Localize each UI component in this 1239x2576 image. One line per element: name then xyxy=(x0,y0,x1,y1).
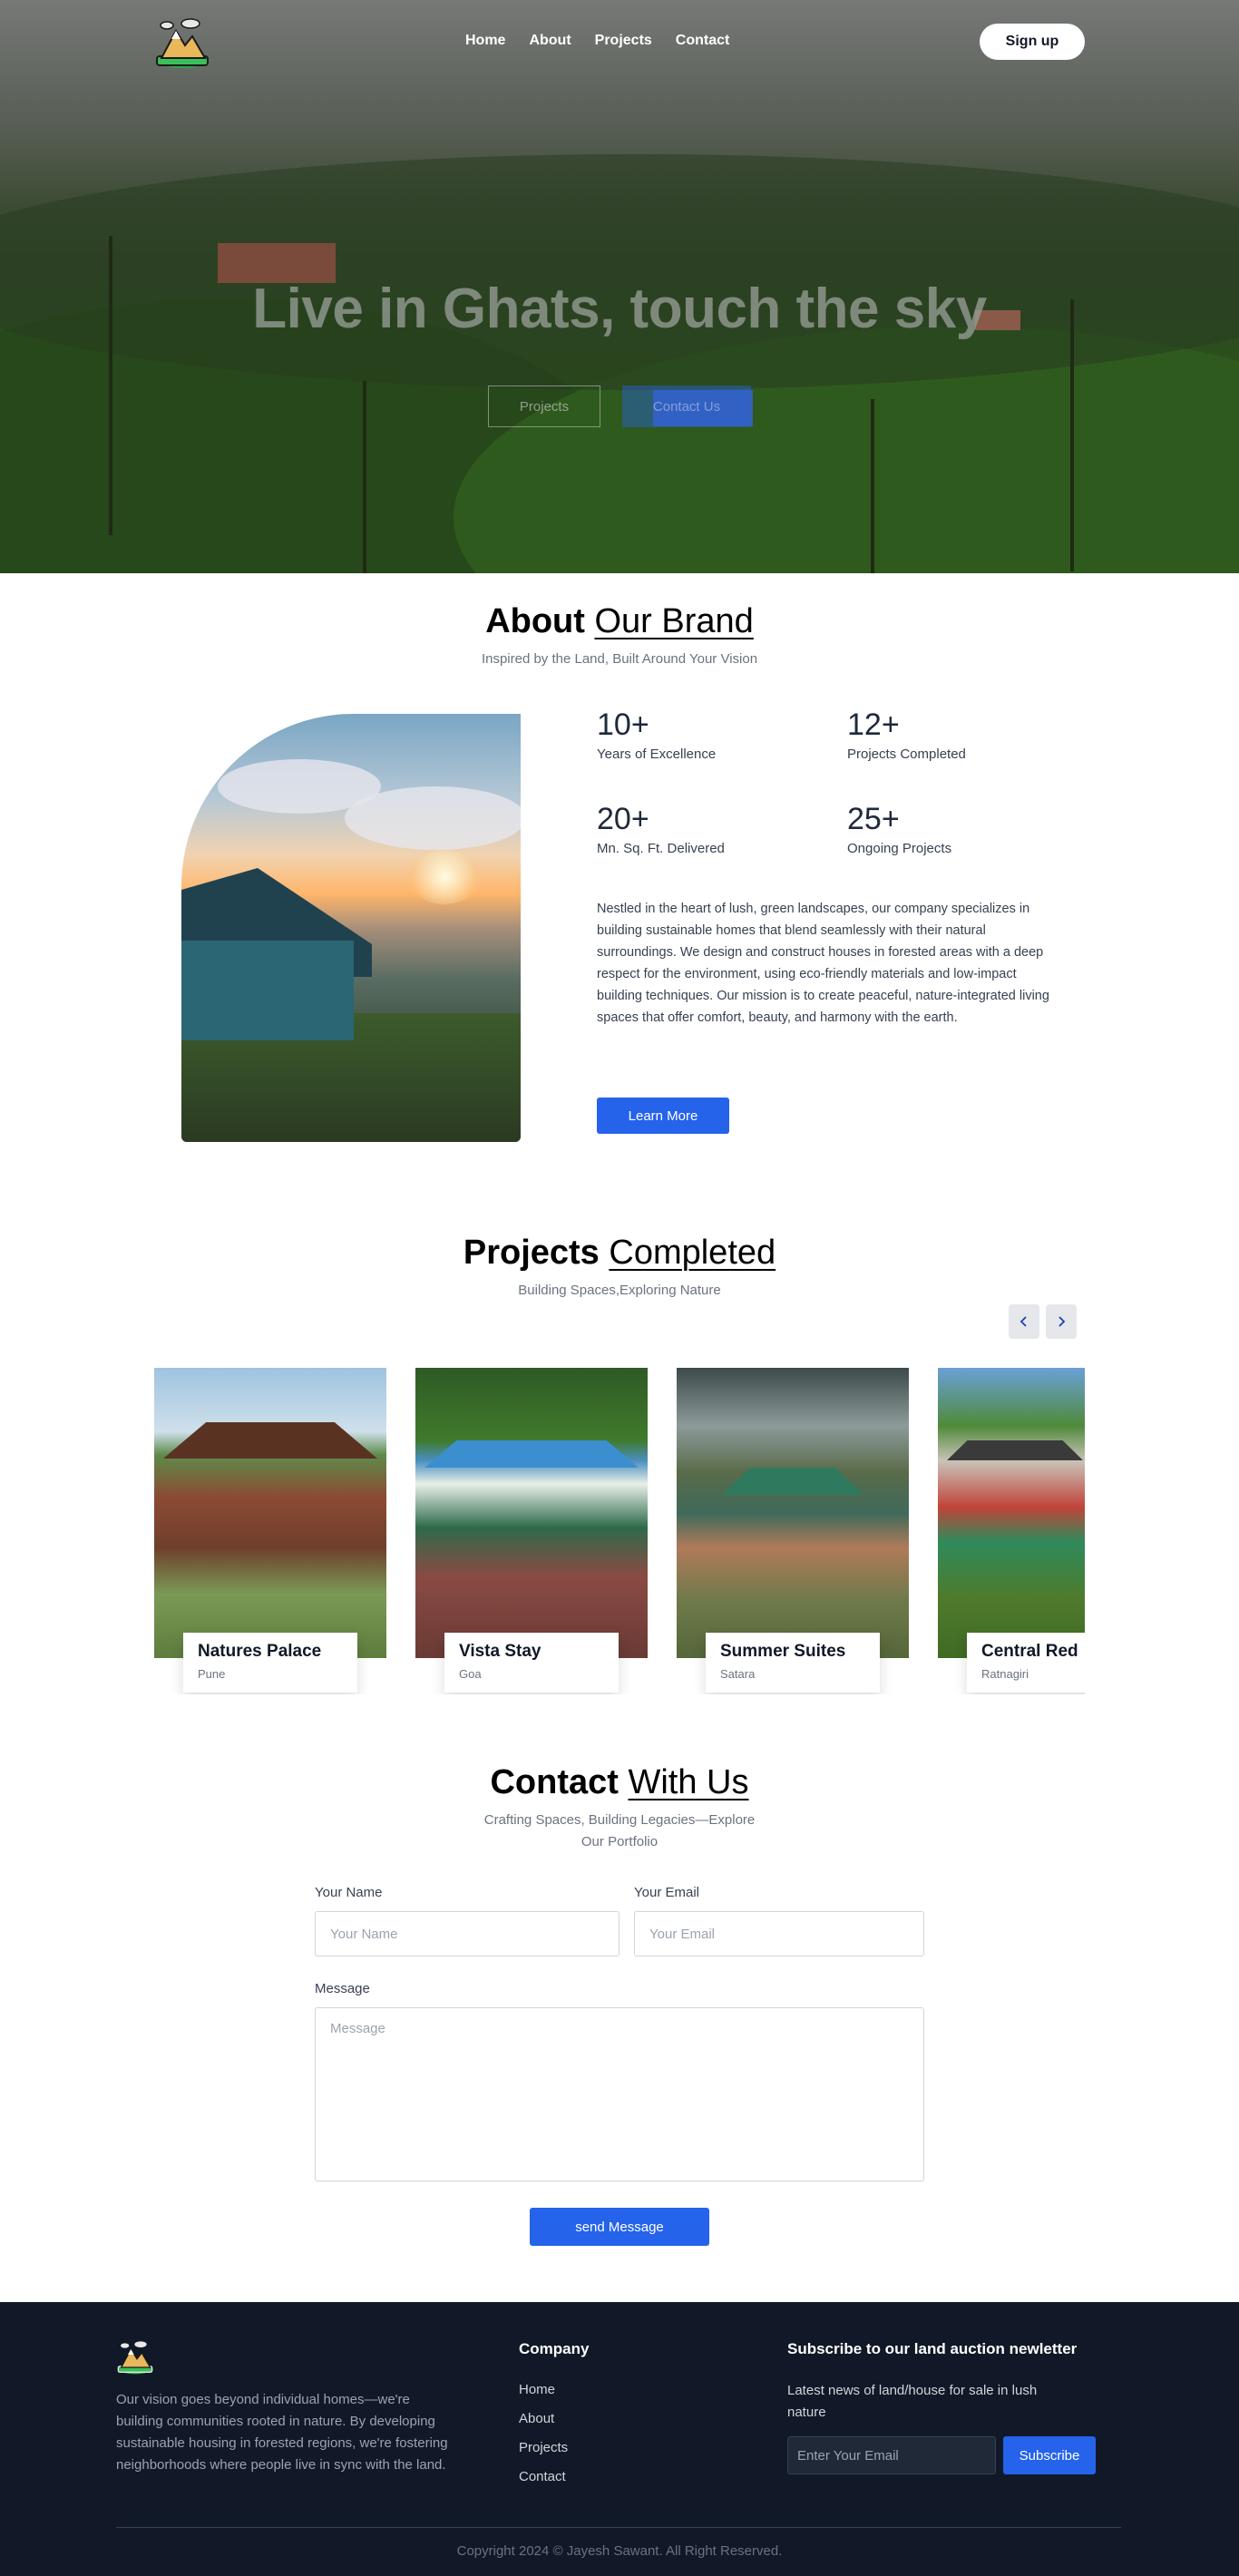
nav-link-projects[interactable]: Projects xyxy=(595,33,652,49)
project-card[interactable]: Natures Palace Pune xyxy=(154,1368,386,1694)
project-location: Ratnagiri xyxy=(981,1667,1029,1681)
hero-projects-button[interactable]: Projects xyxy=(488,385,600,427)
projects-heading-rest: Completed xyxy=(609,1234,776,1272)
hero-treeline xyxy=(0,154,1239,390)
project-location: Goa xyxy=(459,1667,482,1681)
footer-subscribe-text: Latest news of land/house for sale in lu… xyxy=(787,2383,1038,2420)
stat-number: 10+ xyxy=(597,707,649,742)
newsletter-email-input[interactable] xyxy=(787,2436,996,2474)
hero-contact-button[interactable]: Contact Us xyxy=(622,385,751,427)
stat-label: Mn. Sq. Ft. Delivered xyxy=(597,841,725,856)
project-roof xyxy=(722,1468,863,1495)
hero-section: Home About Projects Contact Sign up Live… xyxy=(0,0,1239,573)
project-image xyxy=(677,1368,909,1658)
footer-divider xyxy=(116,2527,1121,2528)
top-nav: Home About Projects Contact Sign up xyxy=(0,0,1239,83)
footer-vision-text: Our vision goes beyond individual homes—… xyxy=(116,2392,448,2473)
project-location: Pune xyxy=(198,1667,226,1681)
projects-carousel[interactable]: Natures Palace Pune Vista Stay Goa Summe… xyxy=(154,1368,1085,1694)
about-image-cloud xyxy=(345,786,521,850)
hero-tree xyxy=(871,399,874,573)
contact-heading-bold: Contact xyxy=(490,1763,619,1801)
footer-logo-icon[interactable] xyxy=(116,2338,154,2375)
nav-link-home[interactable]: Home xyxy=(465,33,505,49)
footer-company-title: Company xyxy=(519,2340,590,2357)
stat-number: 25+ xyxy=(847,802,900,836)
stat-years: 10+ Years of Excellence xyxy=(597,707,716,762)
stat-number: 12+ xyxy=(847,707,900,742)
project-roof xyxy=(424,1440,639,1468)
projects-heading-bold: Projects xyxy=(463,1234,600,1272)
subscribe-button[interactable]: Subscribe xyxy=(1003,2436,1096,2474)
project-location: Satara xyxy=(720,1667,756,1681)
project-name: Summer Suites xyxy=(720,1642,846,1661)
footer-link-home[interactable]: Home xyxy=(519,2382,555,2397)
hero-tree xyxy=(363,381,366,573)
about-image-sun xyxy=(408,850,481,904)
nav-link-about[interactable]: About xyxy=(529,33,571,49)
project-image xyxy=(415,1368,648,1658)
logo-icon[interactable] xyxy=(154,15,210,69)
projects-heading: Projects Completed xyxy=(0,1234,1239,1273)
about-image xyxy=(181,714,521,1142)
stat-sqft: 20+ Mn. Sq. Ft. Delivered xyxy=(597,802,725,856)
project-name: Central Red xyxy=(981,1642,1078,1661)
contact-heading: Contact With Us xyxy=(0,1763,1239,1802)
contact-heading-rest: With Us xyxy=(628,1763,749,1801)
carousel-next-button[interactable] xyxy=(1046,1304,1077,1339)
stat-label: Ongoing Projects xyxy=(847,841,952,856)
project-card[interactable]: Vista Stay Goa xyxy=(415,1368,648,1694)
nav-link-contact[interactable]: Contact xyxy=(676,33,730,49)
project-label: Summer Suites Satara xyxy=(706,1633,880,1693)
learn-more-button[interactable]: Learn More xyxy=(597,1098,729,1134)
hero-title: Live in Ghats, touch the sky xyxy=(252,278,987,340)
stat-label: Years of Excellence xyxy=(597,746,717,762)
footer-link-contact[interactable]: Contact xyxy=(519,2469,566,2484)
project-image xyxy=(154,1368,386,1658)
name-label: Your Name xyxy=(315,1885,383,1900)
projects-subtitle: Building Spaces,Exploring Nature xyxy=(518,1283,721,1298)
project-name: Vista Stay xyxy=(459,1642,541,1661)
email-label: Your Email xyxy=(634,1885,699,1900)
project-label: Natures Palace Pune xyxy=(183,1633,357,1693)
carousel-prev-button[interactable] xyxy=(1009,1304,1039,1339)
nav-links: Home About Projects Contact xyxy=(465,33,753,49)
email-input[interactable] xyxy=(634,1911,924,1956)
about-heading-rest: Our Brand xyxy=(594,602,754,640)
send-message-button[interactable]: send Message xyxy=(530,2208,709,2246)
about-heading-bold: About xyxy=(485,602,585,640)
footer-link-projects[interactable]: Projects xyxy=(519,2440,568,2455)
chevron-right-icon xyxy=(1059,1316,1066,1327)
project-name: Natures Palace xyxy=(198,1642,322,1661)
footer-subscribe-title: Subscribe to our land auction newletter xyxy=(787,2340,1078,2357)
footer-link-about[interactable]: About xyxy=(519,2411,554,2426)
message-input[interactable] xyxy=(315,2007,924,2181)
stat-label: Projects Completed xyxy=(847,746,966,762)
project-label: Vista Stay Goa xyxy=(444,1633,619,1693)
contact-subtitle-line2: Our Portfolio xyxy=(580,1834,659,1849)
footer-copyright: Copyright 2024 © Jayesh Sawant. All Righ… xyxy=(456,2543,783,2559)
project-roof xyxy=(163,1422,377,1459)
signup-button[interactable]: Sign up xyxy=(980,24,1085,60)
contact-subtitle-line1: Crafting Spaces, Building Legacies—Explo… xyxy=(483,1812,756,1828)
footer: Our vision goes beyond individual homes—… xyxy=(0,2302,1239,2576)
about-subtitle: Inspired by the Land, Built Around Your … xyxy=(481,651,758,667)
stat-projects: 12+ Projects Completed xyxy=(847,707,966,762)
project-card[interactable]: Summer Suites Satara xyxy=(677,1368,909,1694)
about-heading: About Our Brand xyxy=(0,602,1239,641)
project-card[interactable]: Central Red Ratnagiri xyxy=(938,1368,1085,1694)
stat-ongoing: 25+ Ongoing Projects xyxy=(847,802,951,856)
stat-number: 20+ xyxy=(597,802,649,836)
message-label: Message xyxy=(315,1981,370,1996)
about-description: Nestled in the heart of lush, green land… xyxy=(597,902,1049,1025)
name-input[interactable] xyxy=(315,1911,620,1956)
project-roof xyxy=(947,1440,1083,1460)
project-image xyxy=(938,1368,1085,1658)
about-image-house xyxy=(181,941,354,1040)
chevron-left-icon xyxy=(1019,1316,1027,1327)
project-label: Central Red Ratnagiri xyxy=(967,1633,1085,1693)
